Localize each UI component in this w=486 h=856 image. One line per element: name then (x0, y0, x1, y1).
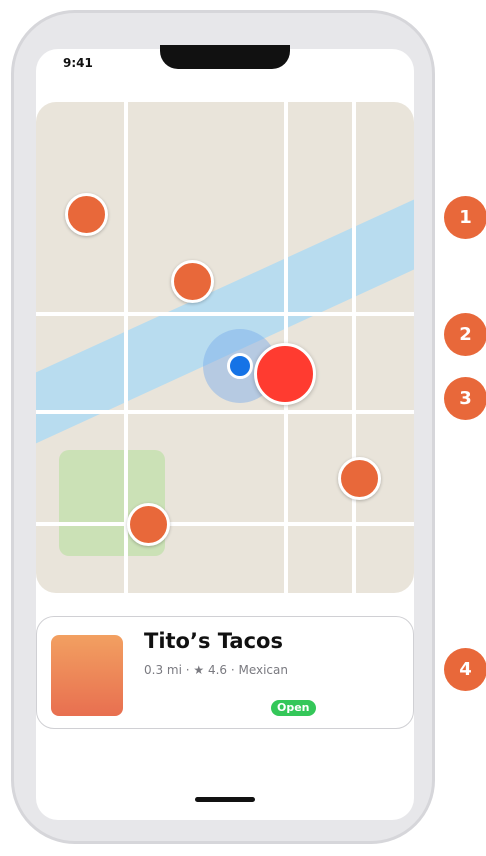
restaurant-pin[interactable] (171, 260, 214, 303)
callout-marker-2: 2 (444, 313, 486, 356)
user-location-dot (227, 353, 253, 379)
place-thumbnail (51, 635, 123, 716)
map-view[interactable] (36, 102, 414, 593)
restaurant-pin[interactable] (65, 193, 108, 236)
status-time: 9:41 (63, 56, 93, 70)
home-indicator (195, 797, 255, 802)
notch (160, 45, 290, 69)
status-badge: Open (271, 700, 316, 716)
callout-marker-1: 1 (444, 196, 486, 239)
restaurant-pin[interactable] (127, 503, 170, 546)
place-card[interactable]: Tito’s Tacos 0.3 mi · ★ 4.6 · Mexican Op… (36, 616, 414, 729)
callout-marker-3: 3 (444, 377, 486, 420)
callout-marker-4: 4 (444, 648, 486, 691)
restaurant-pin[interactable] (338, 457, 381, 500)
selected-restaurant-pin[interactable] (254, 343, 316, 405)
place-details: 0.3 mi · ★ 4.6 · Mexican (144, 663, 288, 677)
place-name: Tito’s Tacos (144, 629, 283, 653)
